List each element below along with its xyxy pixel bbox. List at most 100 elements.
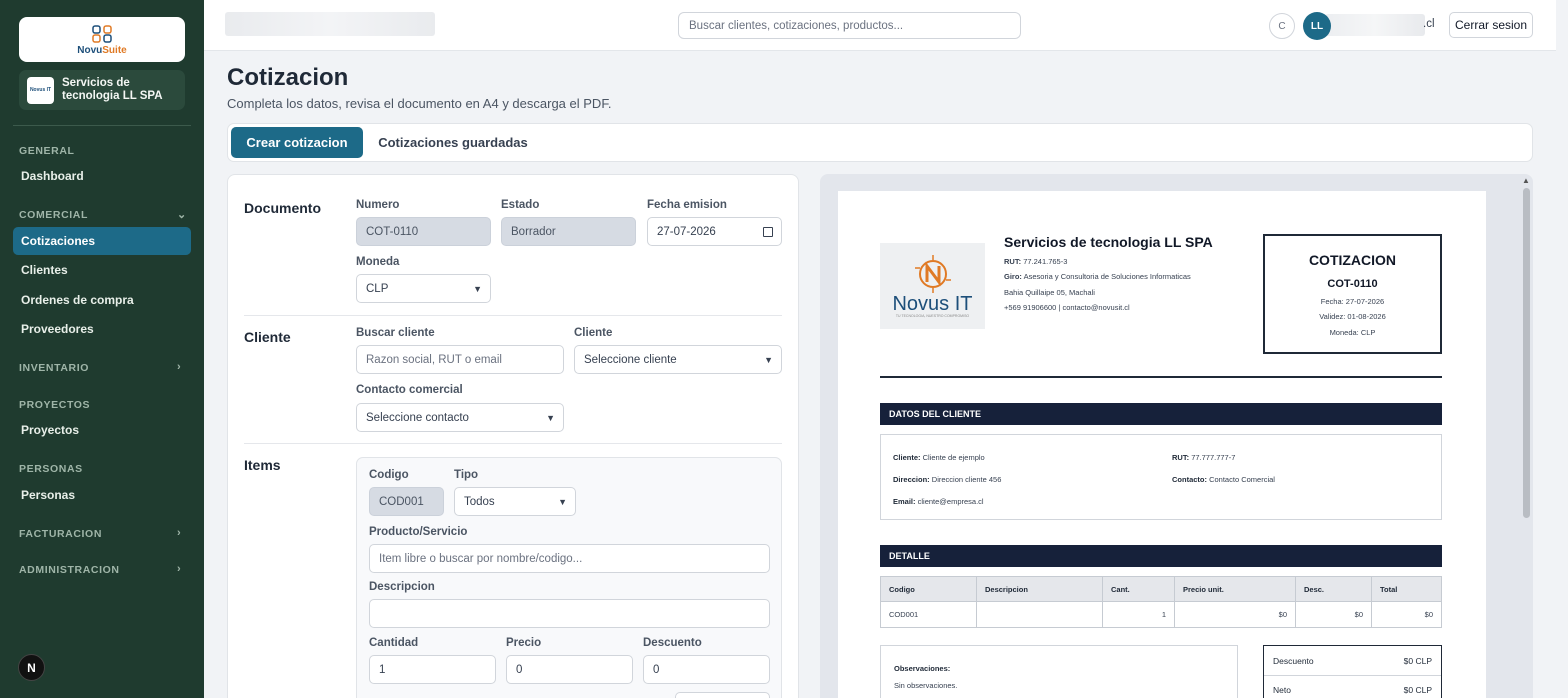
observations-text: Sin observaciones. (894, 681, 958, 690)
section-proyectos: PROYECTOS (19, 399, 91, 411)
cell-total: $0 (1371, 601, 1442, 628)
section-inventario[interactable]: INVENTARIO › (19, 361, 181, 374)
sidebar-item-proyectos[interactable]: Proyectos (13, 416, 191, 444)
numero-field: COT-0110 (356, 217, 491, 246)
detail-band: DETALLE (880, 545, 1442, 567)
logout-button[interactable]: Cerrar sesion (1449, 12, 1533, 38)
preview-company-giro: Giro: Asesoria y Consultoria de Solucion… (1004, 272, 1191, 281)
observations-title: Observaciones: (894, 664, 951, 673)
cell-precio-unit: $0 (1174, 601, 1296, 628)
company-name: Servicios de tecnologia LL SPA (62, 77, 163, 102)
producto-servicio-input[interactable]: Item libre o buscar por nombre/codigo... (369, 544, 770, 573)
quote-fecha: Fecha: 27-07-2026 (1320, 297, 1385, 306)
chevron-right-icon: › (177, 361, 182, 373)
sidebar-item-ordenes-de-compra[interactable]: Ordenes de compra (13, 286, 191, 314)
col-descuento: Desc. (1295, 576, 1372, 602)
producto-servicio-label: Producto/Servicio (369, 526, 468, 538)
cliente-label: Cliente (574, 327, 613, 339)
section-facturacion[interactable]: FACTURACION › (19, 527, 181, 540)
quote-validez: Validez: 01-08-2026 (1319, 312, 1386, 321)
precio-label: Precio (506, 637, 542, 649)
col-total: Total (1371, 576, 1442, 602)
descripcion-input[interactable] (369, 599, 770, 628)
scroll-up-icon[interactable]: ▲ (1522, 176, 1530, 185)
fecha-emision-field[interactable]: 27-07-2026 (647, 217, 782, 246)
user-avatar[interactable]: LL (1303, 12, 1331, 40)
sidebar-divider (13, 125, 191, 126)
redacted-user-email (1325, 14, 1425, 36)
company-logo-icon: Novus IT (27, 76, 54, 104)
brand-name: NovuSuite (77, 44, 127, 56)
preview-company-rut: RUT: 77.241.765-3 (1004, 257, 1068, 266)
quote-number: COT-0110 (1327, 278, 1378, 290)
section-general: GENERAL (19, 145, 75, 157)
global-search-input[interactable]: Buscar clientes, cotizaciones, productos… (678, 12, 1021, 39)
quote-id-box: COTIZACION COT-0110 Fecha: 27-07-2026 Va… (1263, 234, 1442, 354)
contacto-comercial-select[interactable]: Seleccione contacto ▼ (356, 403, 564, 432)
col-codigo: Codigo (880, 576, 977, 602)
item-editor: Codigo COD001 Tipo Todos ▼ Producto/Servi… (356, 457, 782, 698)
precio-input[interactable]: 0 (506, 655, 633, 684)
nextjs-devtools-button[interactable]: N (18, 654, 45, 681)
tab-crear-cotizacion[interactable]: Crear cotizacion (231, 127, 363, 158)
moneda-select[interactable]: CLP ▼ (356, 274, 491, 303)
sidebar-item-clientes[interactable]: Clientes (13, 256, 191, 284)
buscar-cliente-input[interactable]: Razon social, RUT o email (356, 345, 564, 374)
tab-bar: Crear cotizacion Cotizaciones guardadas (227, 123, 1533, 162)
buscar-cliente-label: Buscar cliente (356, 327, 435, 339)
preview-company-name: Servicios de tecnologia LL SPA (1004, 234, 1213, 250)
table-row: COD001 1 $0 $0 $0 (880, 601, 1442, 628)
section-comercial[interactable]: COMERCIAL ⌄ (19, 209, 186, 221)
topbar: Buscar clientes, cotizaciones, productos… (204, 0, 1556, 51)
totals-box: Descuento $0 CLP Neto $0 CLP (1263, 645, 1442, 698)
section-cliente: Cliente (244, 329, 291, 345)
cell-cantidad: 1 (1102, 601, 1175, 628)
brand-logo-card[interactable]: NovuSuite (19, 17, 185, 62)
col-precio-unit: Precio unit. (1174, 576, 1296, 602)
sidebar-item-dashboard[interactable]: Dashboard (13, 162, 191, 190)
chevron-down-icon: ⌄ (177, 209, 187, 221)
chevron-right-icon: › (177, 527, 182, 539)
cantidad-input[interactable]: 1 (369, 655, 496, 684)
add-item-button[interactable] (675, 692, 770, 698)
section-items: Items (244, 457, 281, 473)
logo-tagline: TU TECNOLOGIA, NUESTRO COMPROMISO (895, 314, 970, 318)
descuento-input[interactable]: 0 (643, 655, 770, 684)
page-subtitle: Completa los datos, revisa el documento … (227, 96, 612, 111)
theme-toggle-button[interactable]: C (1269, 13, 1295, 39)
redacted-breadcrumb (225, 12, 435, 36)
chevron-right-icon: › (177, 563, 182, 575)
observations-box: Observaciones: Sin observaciones. (880, 645, 1238, 698)
fecha-emision-label: Fecha emision (647, 199, 727, 211)
calendar-icon[interactable] (763, 226, 773, 237)
company-logo: Novus IT TU TECNOLOGIA, NUESTRO COMPROMI… (880, 243, 985, 329)
tipo-select[interactable]: Todos ▼ (454, 487, 576, 516)
cliente-select[interactable]: Seleccione cliente ▼ (574, 345, 782, 374)
company-switcher[interactable]: Novus IT Servicios de tecnologia LL SPA (19, 70, 185, 110)
client-rut: RUT: 77.777.777-7 (1172, 453, 1236, 462)
client-address: Direccion: Direccion cliente 456 (893, 475, 1002, 484)
section-documento: Documento (244, 200, 321, 216)
quote-form-panel: Documento Numero COT-0110 Estado Borrado… (227, 174, 799, 698)
sidebar-item-personas[interactable]: Personas (13, 481, 191, 509)
descuento-label: Descuento (643, 637, 702, 649)
section-administracion[interactable]: ADMINISTRACION › (19, 563, 181, 576)
cell-descripcion (976, 601, 1103, 628)
logo-name: Novus IT (892, 293, 973, 315)
col-cantidad: Cant. (1102, 576, 1175, 602)
header-rule (880, 376, 1442, 378)
estado-field: Borrador (501, 217, 636, 246)
estado-label: Estado (501, 199, 540, 211)
sidebar-item-proveedores[interactable]: Proveedores (13, 315, 191, 343)
client-contact: Contacto: Contacto Comercial (1172, 475, 1275, 484)
chevron-down-icon: ▼ (558, 496, 567, 507)
chevron-down-icon: ▼ (473, 283, 482, 294)
col-descripcion: Descripcion (976, 576, 1103, 602)
sidebar-item-cotizaciones[interactable]: Cotizaciones (13, 227, 191, 255)
tab-cotizaciones-guardadas[interactable]: Cotizaciones guardadas (378, 127, 528, 158)
preview-scrollbar[interactable] (1523, 188, 1530, 518)
moneda-label: Moneda (356, 256, 400, 268)
preview-company-address: Bahia Quillaipe 05, Machali (1004, 288, 1095, 297)
client-data-band: DATOS DEL CLIENTE (880, 403, 1442, 425)
section-divider (244, 315, 782, 316)
